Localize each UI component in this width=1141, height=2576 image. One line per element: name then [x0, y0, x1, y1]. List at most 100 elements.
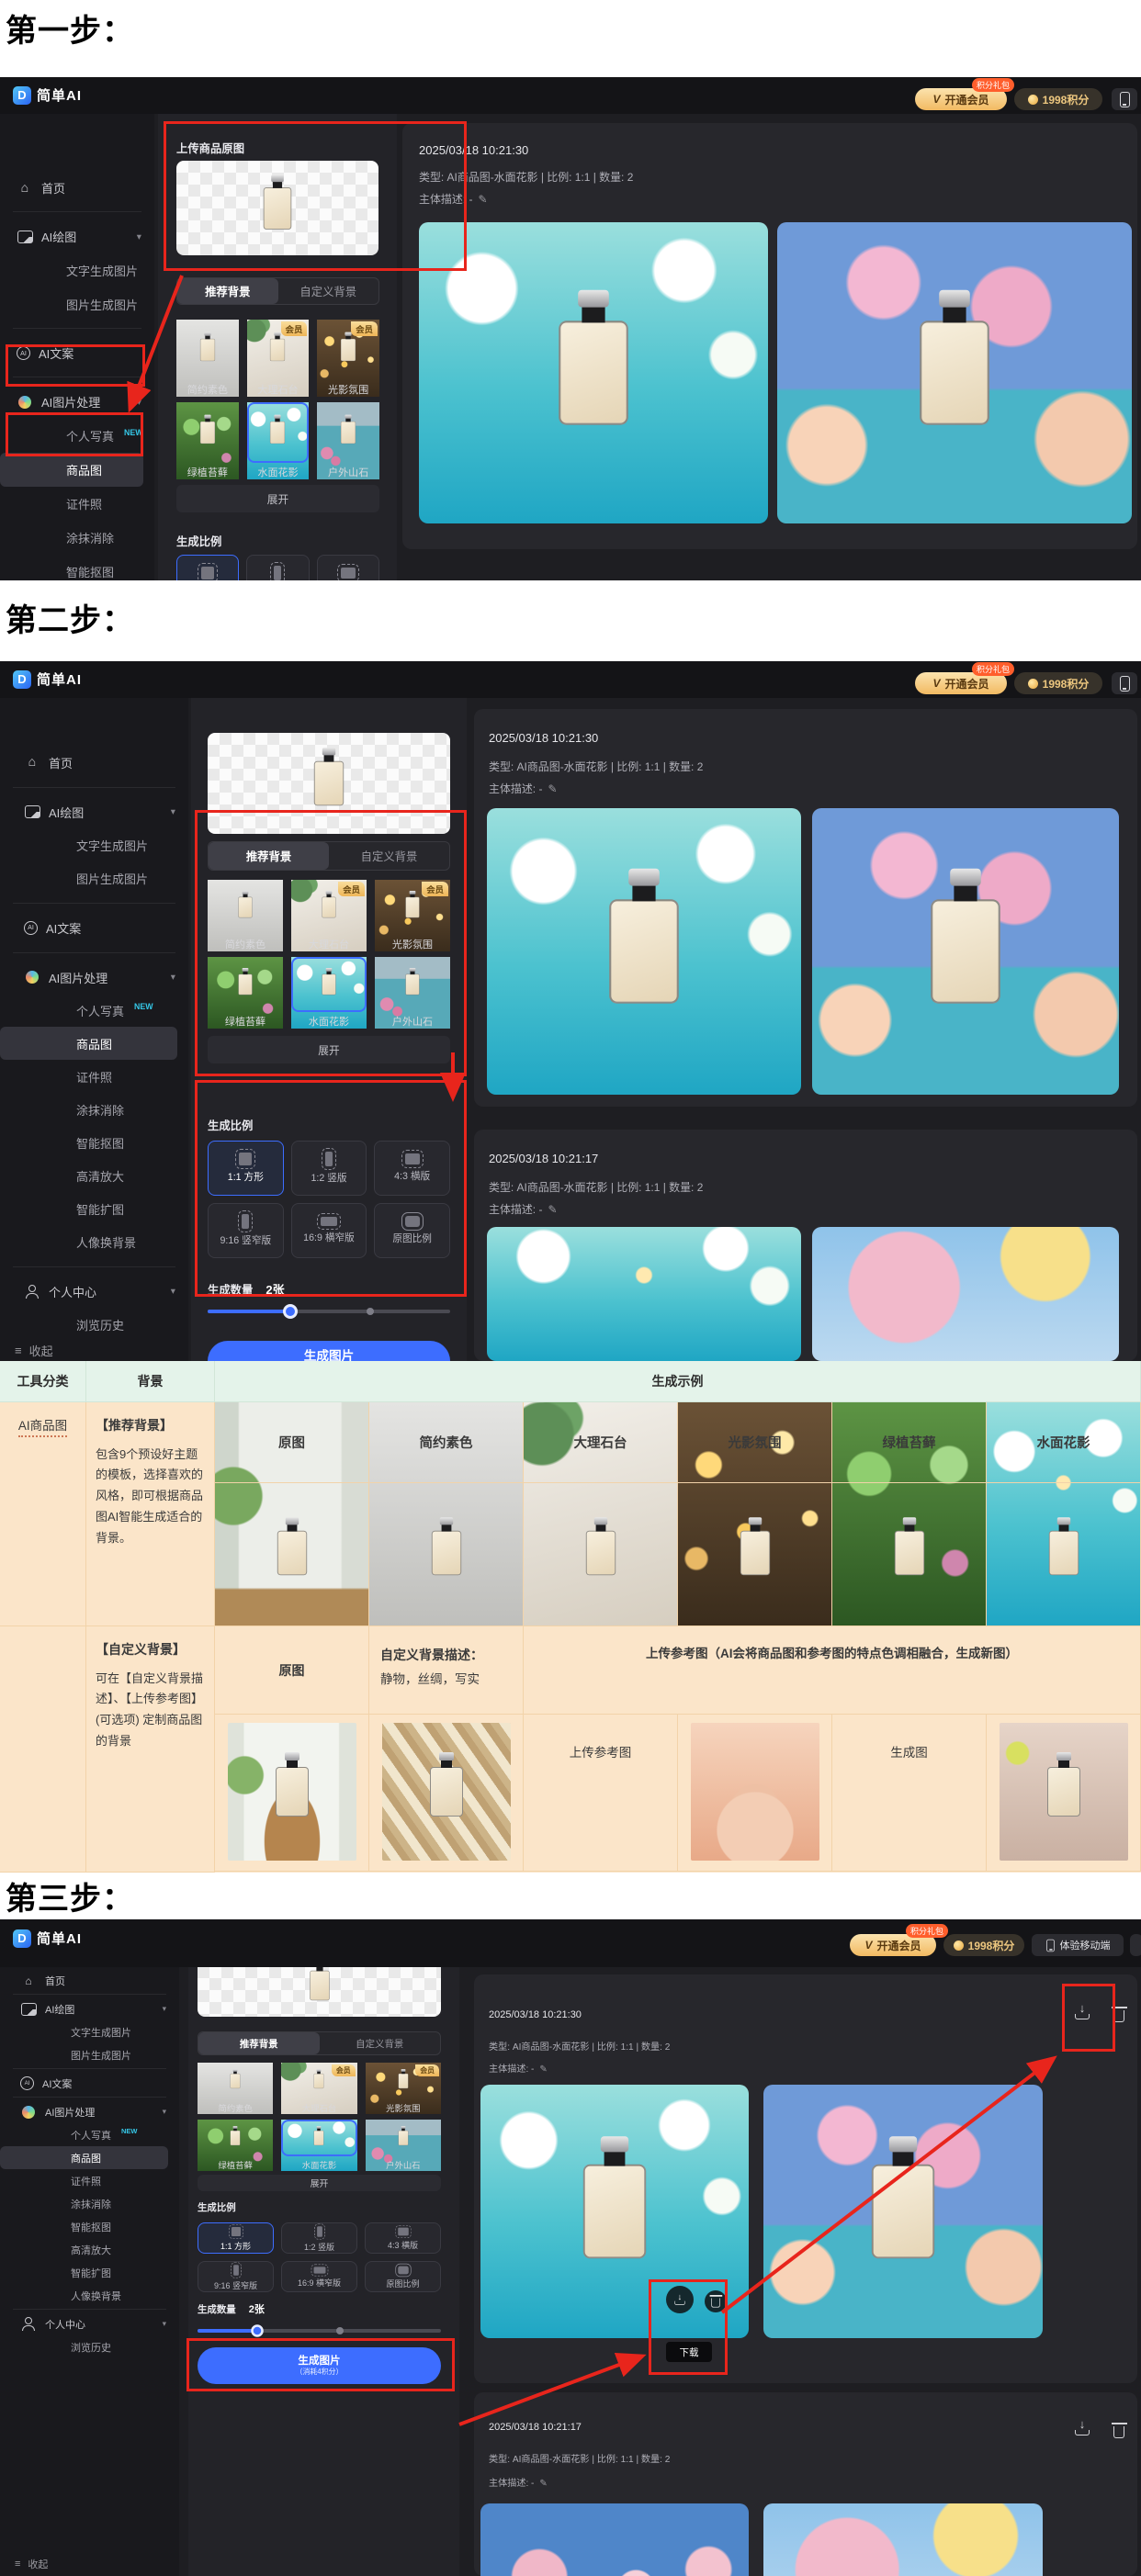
count-slider[interactable] [208, 1304, 450, 1319]
edit-icon[interactable]: ✎ [478, 193, 487, 206]
sidebar-item[interactable]: 人像换背景 [0, 2284, 179, 2307]
sidebar-item[interactable]: 智能抠图 [0, 555, 154, 580]
ratio-option[interactable]: 1:2 竖版 [246, 555, 309, 580]
sidebar-item[interactable]: 图片生成图片 [0, 861, 188, 894]
expand-button[interactable]: 展开 [198, 2175, 441, 2191]
sidebar-item[interactable]: 个人写真 NEW [0, 2123, 179, 2146]
sidebar-item[interactable]: AI图片处理 ▾ [0, 2100, 179, 2123]
sidebar-item[interactable]: AI AI文案 [0, 911, 188, 944]
sidebar-item[interactable]: 高清放大 [0, 1159, 188, 1192]
slider-handle[interactable] [251, 2324, 264, 2337]
sidebar-item[interactable]: 个人中心 ▾ [0, 2312, 179, 2335]
background-option[interactable]: 水面花影 [247, 402, 310, 479]
sidebar-item[interactable]: 证件照 [0, 2169, 179, 2192]
ratio-option[interactable]: 1:2 竖版 [281, 2222, 357, 2254]
sidebar-item[interactable]: 智能扩图 [0, 2261, 179, 2284]
generated-image[interactable] [812, 808, 1119, 1095]
generated-image[interactable] [419, 222, 768, 523]
tab-custom-background[interactable]: 自定义背景 [278, 278, 379, 304]
sidebar-item[interactable]: 浏览历史 [0, 1308, 188, 1341]
ratio-option[interactable]: 4:3 横版 [365, 2222, 441, 2254]
edit-icon[interactable]: ✎ [548, 1203, 557, 1216]
sidebar-item[interactable]: 智能扩图 [0, 1192, 188, 1225]
edit-icon[interactable]: ✎ [539, 2479, 547, 2489]
sidebar-item[interactable]: ⌂ 首页 [0, 1969, 179, 1992]
background-option[interactable]: 简约素色 [176, 320, 239, 397]
sidebar-item[interactable]: AI绘图 ▾ [0, 1997, 179, 2020]
background-option[interactable]: 会员 大理石台 [281, 2063, 356, 2114]
sidebar-item[interactable]: 智能抠图 [0, 2215, 179, 2238]
points-badge[interactable]: 1998积分 [1014, 672, 1102, 694]
ratio-option[interactable]: 9:16 竖窄版 [198, 2261, 274, 2292]
ratio-option[interactable]: 1:1 方形 [198, 2222, 274, 2254]
sidebar-item[interactable]: 高清放大 [0, 2238, 179, 2261]
sidebar-item[interactable]: 涂抹消除 [0, 521, 154, 555]
background-option[interactable]: 水面花影 [281, 2120, 356, 2171]
app-logo[interactable]: D 简单AI [13, 1929, 82, 1948]
sidebar-item[interactable]: 商品图 [0, 2146, 168, 2169]
ratio-option[interactable]: 16:9 横窄版 [281, 2261, 357, 2292]
generated-image[interactable] [777, 222, 1132, 523]
background-option[interactable]: 户外山石 [317, 402, 379, 479]
points-badge[interactable]: 1998积分 [1014, 88, 1102, 110]
sidebar-item[interactable]: 商品图 [0, 453, 143, 487]
background-option[interactable]: 简约素色 [198, 2063, 273, 2114]
sidebar-item[interactable]: AI绘图 ▾ [0, 795, 188, 828]
sidebar-item[interactable]: ⌂ 首页 [0, 171, 154, 205]
background-option[interactable]: 户外山石 [366, 2120, 441, 2171]
mobile-app-button[interactable] [1112, 672, 1137, 694]
sidebar-item[interactable]: 个人中心 ▾ [0, 1275, 188, 1308]
sidebar-item[interactable]: 文字生成图片 [0, 2020, 179, 2043]
background-option[interactable]: 会员 大理石台 [247, 320, 310, 397]
tab-custom-background[interactable]: 自定义背景 [320, 2032, 441, 2054]
sidebar-item[interactable]: 浏览历史 [0, 2335, 179, 2358]
sidebar-item[interactable]: AI绘图 ▾ [0, 219, 154, 253]
header-button-partial[interactable] [1130, 1934, 1141, 1956]
generated-image[interactable] [487, 1227, 801, 1361]
ratio-option[interactable]: 4:3 横版 [317, 555, 379, 580]
background-option[interactable]: 会员 光影氛围 [366, 2063, 441, 2114]
sidebar-item[interactable]: AI图片处理 ▾ [0, 961, 188, 994]
background-option[interactable]: 绿植苔藓 [198, 2120, 273, 2171]
download-button[interactable] [1075, 2422, 1090, 2438]
sidebar-item[interactable]: AI AI文案 [0, 2072, 179, 2095]
collapse-button[interactable]: ≡ 收起 [0, 1341, 188, 1359]
edit-icon[interactable]: ✎ [548, 782, 557, 795]
slider-handle[interactable] [283, 1304, 298, 1319]
sidebar-item[interactable]: ⌂ 首页 [0, 746, 188, 779]
tab-recommended-background[interactable]: 推荐背景 [198, 2032, 320, 2054]
sidebar-item[interactable]: 涂抹消除 [0, 1093, 188, 1126]
collapse-button[interactable]: ≡ 收起 [0, 2555, 179, 2573]
tab-recommended-background[interactable]: 推荐背景 [177, 278, 278, 304]
delete-button[interactable] [1113, 2424, 1124, 2441]
app-logo[interactable]: D 简单AI [13, 85, 82, 105]
sidebar-item[interactable]: 智能抠图 [0, 1126, 188, 1159]
points-badge[interactable]: 1998积分 [943, 1934, 1024, 1956]
sidebar-item[interactable]: 证件照 [0, 1060, 188, 1093]
sidebar-item[interactable]: 商品图 [0, 1027, 177, 1060]
generated-image[interactable] [812, 1227, 1119, 1361]
ratio-option[interactable]: 原图比例 [365, 2261, 441, 2292]
count-slider[interactable] [198, 2323, 441, 2338]
sidebar-item[interactable]: 文字生成图片 [0, 828, 188, 861]
app-logo[interactable]: D 简单AI [13, 669, 82, 689]
sidebar-item[interactable]: 个人写真 NEW [0, 994, 188, 1027]
sidebar-item[interactable]: 人像换背景 [0, 1225, 188, 1258]
ratio-option[interactable]: 1:1 方形 [176, 555, 239, 580]
mobile-app-button[interactable] [1112, 88, 1137, 110]
sidebar-item[interactable]: 图片生成图片 [0, 2043, 179, 2066]
generated-image[interactable] [487, 808, 801, 1095]
expand-button[interactable]: 展开 [176, 485, 379, 512]
edit-icon[interactable]: ✎ [539, 2064, 547, 2075]
background-option[interactable]: 绿植苔藓 [176, 402, 239, 479]
sidebar-item[interactable]: 证件照 [0, 487, 154, 521]
background-option[interactable]: 会员 光影氛围 [317, 320, 379, 397]
generated-image[interactable] [763, 2085, 1043, 2338]
generate-button[interactable]: 生成图片 （消耗4积分） [208, 1341, 450, 1361]
generated-image[interactable] [480, 2503, 749, 2576]
mobile-app-button[interactable]: 体验移动端 [1032, 1934, 1124, 1956]
sidebar-item[interactable]: 涂抹消除 [0, 2192, 179, 2215]
sidebar-item[interactable]: 图片生成图片 [0, 287, 154, 321]
sidebar-item[interactable]: 文字生成图片 [0, 253, 154, 287]
generated-image[interactable] [763, 2503, 1043, 2576]
